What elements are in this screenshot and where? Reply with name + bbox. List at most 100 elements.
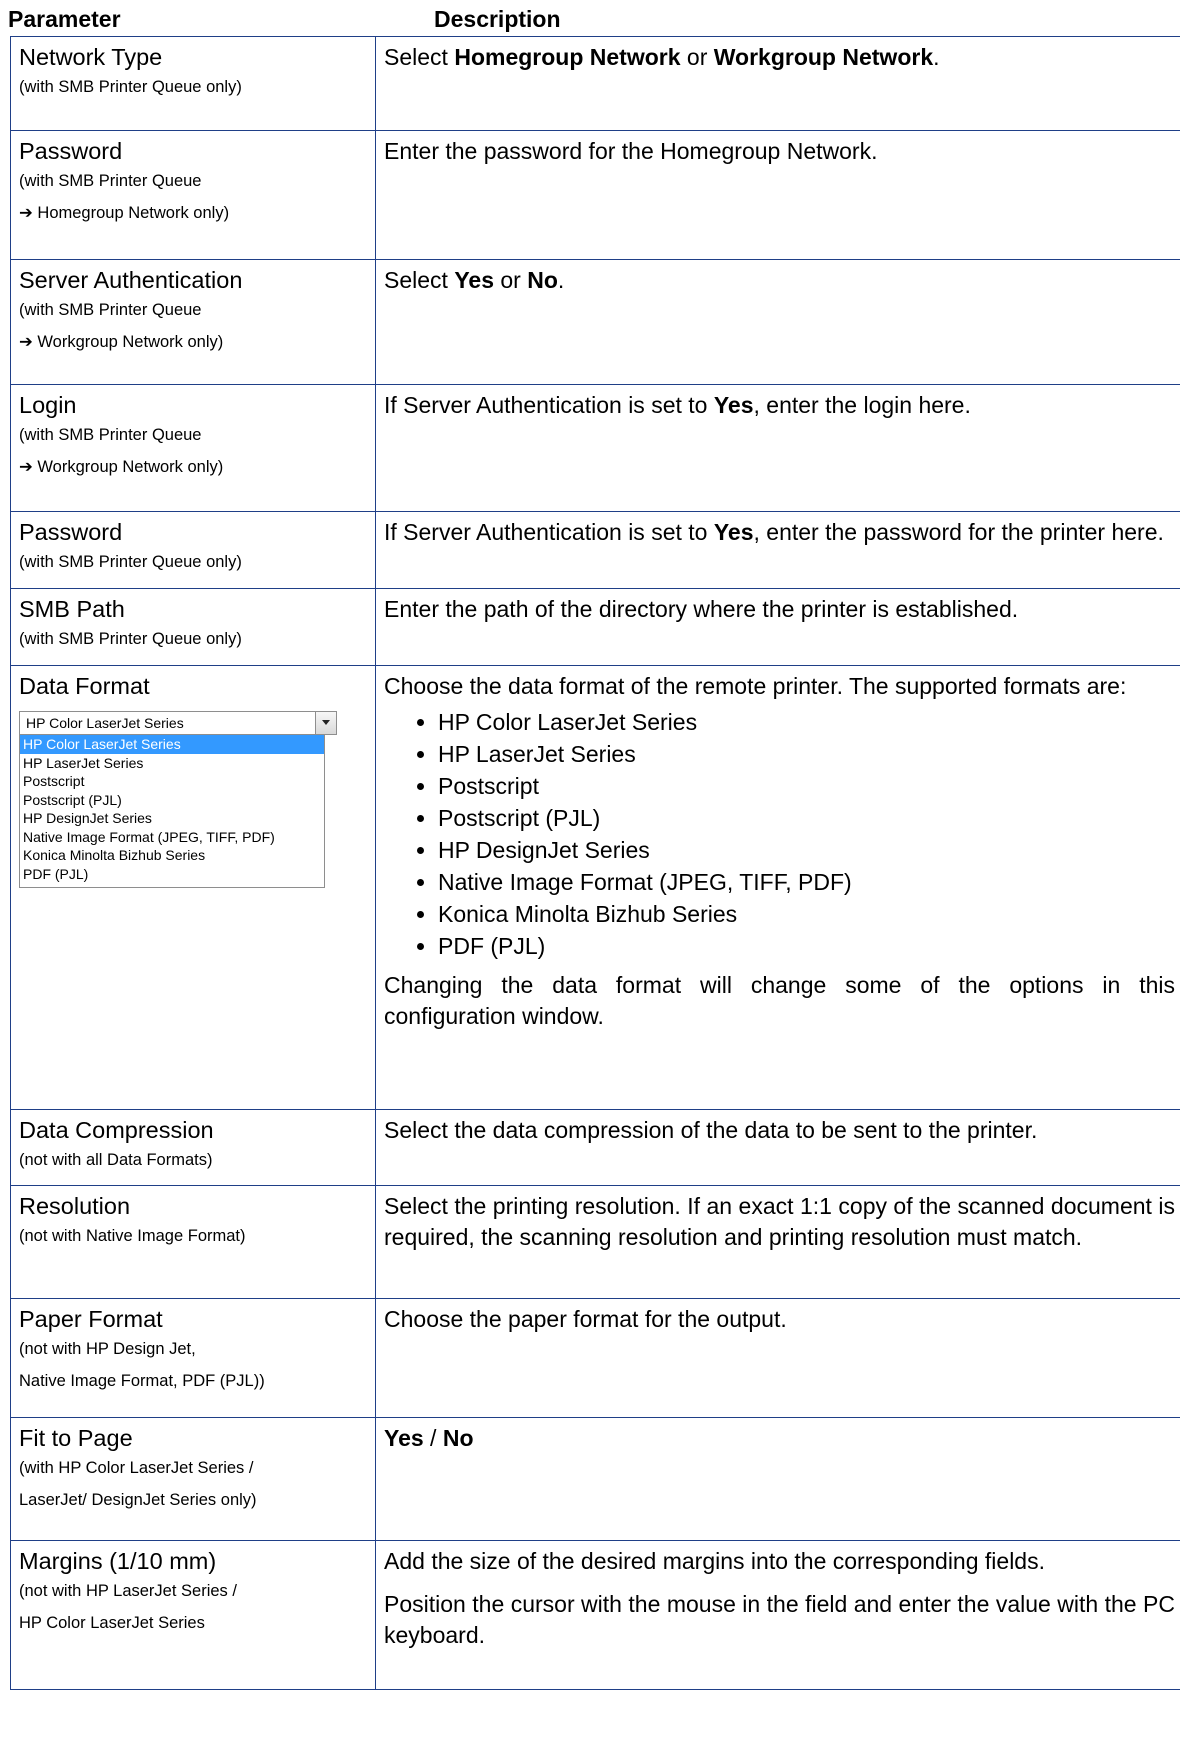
description-text: If Server Authentication is set to Yes, …: [384, 390, 1175, 421]
description-text: Select Yes or No.: [384, 265, 1175, 296]
table-row: Password (with SMB Printer Queue only) If …: [10, 511, 1180, 589]
parameter-cell: Login (with SMB Printer Queue ➔ Workgroup …: [10, 384, 376, 512]
parameter-note: (with SMB Printer Queue: [19, 172, 202, 190]
dropdown-option[interactable]: Postscript (PJL): [20, 791, 324, 810]
description-text: Yes / No: [384, 1423, 1175, 1454]
text-segment: Choose the data format of the remote pri…: [384, 673, 1127, 699]
text-segment: or: [680, 44, 714, 70]
emphasized-text: No: [442, 1425, 474, 1451]
document-page: Parameter Description Network Type (with …: [0, 0, 1180, 1746]
description-cell: Enter the path of the directory where th…: [375, 588, 1180, 666]
text-segment: Choose the paper format for the output.: [384, 1306, 787, 1332]
text-segment: /: [423, 1425, 443, 1451]
text-segment: Enter the password for the Homegroup Net…: [384, 138, 878, 164]
parameter-note: (not with HP LaserJet Series /: [19, 1582, 237, 1600]
description-cell: Select the printing resolution. If an ex…: [375, 1185, 1180, 1299]
parameter-name: Data Compression: [19, 1117, 214, 1143]
dropdown-option[interactable]: Native Image Format (JPEG, TIFF, PDF): [20, 828, 324, 847]
list-item: Native Image Format (JPEG, TIFF, PDF): [438, 866, 1175, 898]
parameter-name: Network Type: [19, 44, 163, 70]
parameter-name: Margins (1/10 mm): [19, 1548, 217, 1574]
parameter-note: Native Image Format, PDF (PJL)): [19, 1371, 265, 1390]
parameter-name: SMB Path: [19, 596, 125, 622]
text-segment: .: [933, 44, 940, 70]
parameter-note: (with SMB Printer Queue: [19, 301, 202, 319]
list-item: HP LaserJet Series: [438, 738, 1175, 770]
text-segment: , enter the password for the printer her…: [753, 519, 1164, 545]
parameter-cell: Network Type (with SMB Printer Queue only…: [10, 36, 376, 131]
parameter-note: (with SMB Printer Queue only): [19, 553, 242, 571]
parameter-cell: Password (with SMB Printer Queue only): [10, 511, 376, 589]
description-text: Choose the data format of the remote pri…: [384, 671, 1175, 702]
list-item: HP Color LaserJet Series: [438, 706, 1175, 738]
parameter-note: (not with HP Design Jet,: [19, 1340, 196, 1358]
parameter-cell: SMB Path (with SMB Printer Queue only): [10, 588, 376, 666]
parameter-cell: Paper Format (not with HP Design Jet, Nati…: [10, 1298, 376, 1418]
emphasized-text: Workgroup Network: [713, 44, 934, 70]
chevron-down-icon[interactable]: [315, 712, 336, 734]
table-row: Login (with SMB Printer Queue ➔ Workgroup …: [10, 384, 1180, 512]
description-text: If Server Authentication is set to Yes, …: [384, 517, 1175, 548]
list-item: Konica Minolta Bizhub Series: [438, 898, 1175, 930]
dropdown-option[interactable]: PDF (PJL): [20, 865, 324, 884]
dropdown-option[interactable]: HP LaserJet Series: [20, 754, 324, 773]
table-row: Data Format HP Color LaserJet Series HP Co…: [10, 665, 1180, 1110]
description-text: Enter the password for the Homegroup Net…: [384, 136, 1175, 167]
dropdown-option[interactable]: Postscript: [20, 772, 324, 791]
parameter-note: (with SMB Printer Queue: [19, 426, 202, 444]
parameter-note: (not with all Data Formats): [19, 1151, 213, 1169]
text-segment: , enter the login here.: [753, 392, 971, 418]
parameter-cell: Data Format HP Color LaserJet Series HP Co…: [10, 665, 376, 1110]
list-item: Postscript (PJL): [438, 802, 1175, 834]
parameter-name: Server Authentication: [19, 267, 243, 293]
description-cell: Add the size of the desired margins into…: [375, 1540, 1180, 1690]
parameter-name: Login: [19, 392, 77, 418]
parameter-note: ➔ Homegroup Network only): [19, 203, 230, 222]
list-item: Postscript: [438, 770, 1175, 802]
table-row: Fit to Page (with HP Color LaserJet Serie…: [10, 1417, 1180, 1541]
dropdown-option[interactable]: Konica Minolta Bizhub Series: [20, 846, 324, 865]
parameter-cell: Password (with SMB Printer Queue ➔ Homegro…: [10, 130, 376, 260]
emphasized-text: Yes: [454, 267, 494, 293]
text-segment: If Server Authentication is set to: [384, 392, 714, 418]
parameter-name: Password: [19, 519, 123, 545]
parameter-name: Fit to Page: [19, 1425, 133, 1451]
description-cell: Select Homegroup Network or Workgroup Ne…: [375, 36, 1180, 131]
text-segment: Select: [384, 267, 455, 293]
text-segment: Select the data compression of the data …: [384, 1117, 1038, 1143]
description-note: Position the cursor with the mouse in th…: [384, 1591, 1175, 1648]
parameter-note: (not with Native Image Format): [19, 1227, 246, 1245]
list-item: PDF (PJL): [438, 930, 1175, 962]
description-cell: If Server Authentication is set to Yes, …: [375, 384, 1180, 512]
emphasized-text: No: [527, 267, 558, 293]
parameter-name: Resolution: [19, 1193, 131, 1219]
text-segment: Select the printing resolution. If an ex…: [384, 1193, 1175, 1250]
table-row: SMB Path (with SMB Printer Queue only) Ent…: [10, 588, 1180, 666]
parameter-name: Paper Format: [19, 1306, 163, 1332]
description-cell: Choose the paper format for the output.: [375, 1298, 1180, 1418]
parameter-note: (with SMB Printer Queue only): [19, 630, 242, 648]
parameter-cell: Resolution (not with Native Image Format): [10, 1185, 376, 1299]
dropdown-option[interactable]: HP DesignJet Series: [20, 809, 324, 828]
text-segment: .: [557, 267, 565, 293]
description-heading: Description: [434, 6, 561, 32]
text-segment: Select: [384, 44, 455, 70]
parameter-note: ➔ Workgroup Network only): [19, 332, 224, 351]
text-segment: or: [493, 267, 528, 293]
description-cell: Select the data compression of the data …: [375, 1109, 1180, 1186]
description-text: Select the printing resolution. If an ex…: [384, 1191, 1175, 1253]
emphasized-text: Yes: [713, 392, 754, 418]
data-format-select[interactable]: HP Color LaserJet Series: [19, 711, 337, 735]
table-row: Server Authentication (with SMB Printer Q…: [10, 259, 1180, 385]
list-item: HP DesignJet Series: [438, 834, 1175, 866]
table-row: Paper Format (not with HP Design Jet, Nati…: [10, 1298, 1180, 1418]
parameter-cell: Data Compression (not with all Data Forma…: [10, 1109, 376, 1186]
emphasized-text: Yes: [384, 1425, 424, 1451]
description-note: Changing the data format will change som…: [384, 972, 1175, 1029]
text-segment: If Server Authentication is set to: [384, 519, 714, 545]
table-row: Margins (1/10 mm) (not with HP LaserJet S…: [10, 1540, 1180, 1690]
data-format-dropdown[interactable]: HP Color LaserJet Series HP Color LaserJe…: [19, 711, 337, 888]
dropdown-option[interactable]: HP Color LaserJet Series: [20, 735, 324, 754]
parameter-cell: Server Authentication (with SMB Printer Q…: [10, 259, 376, 385]
emphasized-text: Yes: [713, 519, 754, 545]
